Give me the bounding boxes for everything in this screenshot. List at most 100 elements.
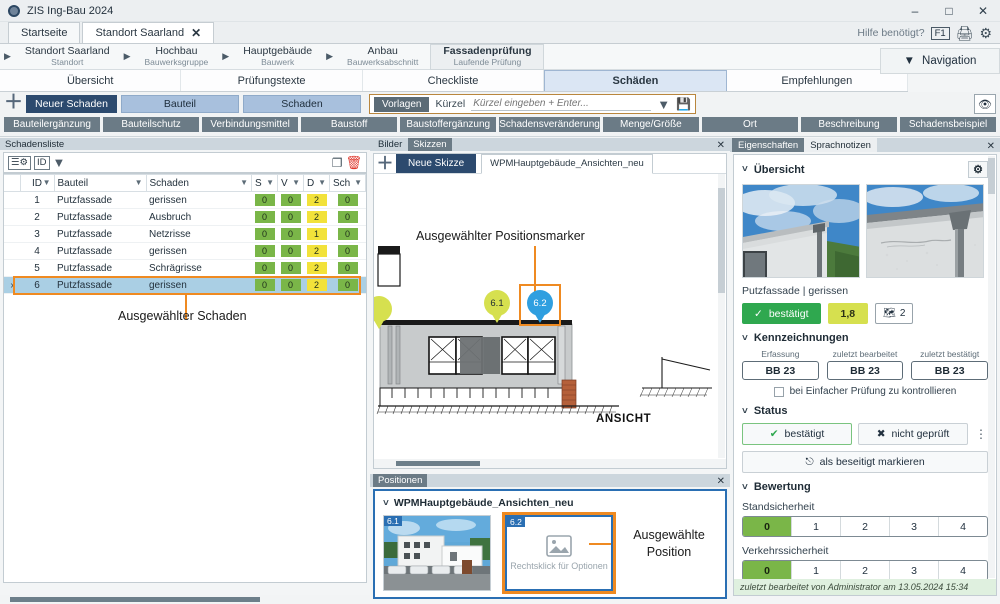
col-sch[interactable]: Sch ▼ <box>330 175 366 192</box>
col-schaden[interactable]: Schaden ▼ <box>146 175 252 192</box>
save-icon[interactable]: 💾 <box>676 97 691 111</box>
scale-option-1[interactable]: 1 <box>792 517 841 536</box>
breadcrumb-item-bauwerksgruppe[interactable]: Hochbau Bauwerksgruppe <box>133 44 221 70</box>
field-value[interactable]: BB 23 <box>742 361 819 380</box>
canvas-horizontal-scrollbar[interactable] <box>374 459 726 468</box>
close-icon[interactable]: ✕ <box>717 476 725 487</box>
add-icon[interactable]: ＋ <box>4 95 22 113</box>
field-value[interactable]: BB 23 <box>911 361 988 380</box>
table-row[interactable]: 3 Putzfassade Netzrisse 0 0 1 0 <box>4 226 366 243</box>
schaden-button[interactable]: Schaden <box>243 95 361 113</box>
scale-option-2[interactable]: 2 <box>841 517 890 536</box>
section-kennzeichnungen[interactable]: ˅ Kennzeichnungen <box>742 332 988 344</box>
mark-resolved-button[interactable]: ⎋ als beseitigt markieren <box>742 451 988 473</box>
col-id[interactable]: ID ▼ <box>20 175 54 192</box>
funnel-icon[interactable]: ▼ <box>43 178 51 187</box>
chip-menge-groesse[interactable]: Menge/Größe <box>603 117 699 132</box>
field-value[interactable]: BB 23 <box>827 361 904 380</box>
f1-key-icon[interactable]: F1 <box>931 27 950 40</box>
position-marker-6-1[interactable]: 6.1 <box>484 290 510 324</box>
status-confirmed-button[interactable]: ✔ bestätigt <box>742 423 852 445</box>
copy-icon[interactable]: ❐ <box>332 156 343 170</box>
breadcrumb-item-standort[interactable]: Standort Saarland Standort <box>13 44 122 70</box>
position-marker-partial[interactable] <box>374 296 392 330</box>
col-v[interactable]: V ▼ <box>278 175 304 192</box>
scale-option-0[interactable]: 0 <box>743 517 792 536</box>
col-d[interactable]: D ▼ <box>304 175 330 192</box>
position-thumbnail-6-1[interactable]: 6.1 <box>383 515 491 591</box>
checkbox[interactable] <box>774 387 784 397</box>
funnel-icon[interactable]: ▼ <box>657 97 670 112</box>
funnel-icon[interactable]: ▼ <box>53 155 66 170</box>
gear-icon[interactable]: ⚙ <box>979 25 992 42</box>
table-row-selected[interactable]: › 6 Putzfassade gerissen 0 0 2 0 <box>4 277 366 294</box>
tab-uebersicht[interactable]: Übersicht <box>0 70 181 91</box>
close-icon[interactable]: ✕ <box>717 140 725 151</box>
bauteil-button[interactable]: Bauteil <box>121 95 239 113</box>
chip-bauteilschutz[interactable]: Bauteilschutz <box>103 117 199 132</box>
funnel-icon[interactable]: ▼ <box>354 178 362 187</box>
gear-icon[interactable]: ⚙ <box>968 161 988 178</box>
properties-vertical-scrollbar[interactable] <box>988 156 995 578</box>
kebab-menu-icon[interactable]: ⋮ <box>974 423 988 445</box>
section-uebersicht[interactable]: ˅ Übersicht ⚙ <box>742 161 988 178</box>
positions-group-header[interactable]: ˅ WPMHauptgebäude_Ansichten_neu <box>383 497 717 509</box>
chevron-down-icon[interactable]: ˅ <box>742 164 748 175</box>
map-marker-badge[interactable]: 🗺 2 <box>875 303 913 324</box>
sketch-canvas[interactable]: Ausgewählter Positionsmarker 6.1 6.2 <box>374 174 726 468</box>
chip-baustoff[interactable]: Baustoff <box>301 117 397 132</box>
sketch-file-tab[interactable]: WPMHauptgebäude_Ansichten_neu <box>481 154 653 174</box>
scale-option-4[interactable]: 4 <box>939 561 987 580</box>
col-s[interactable]: S ▼ <box>252 175 278 192</box>
table-row[interactable]: 4 Putzfassade gerissen 0 0 2 0 <box>4 243 366 260</box>
chevron-down-icon[interactable]: ˅ <box>742 482 748 493</box>
funnel-icon[interactable]: ▼ <box>266 178 274 187</box>
position-marker-6-2-selected[interactable]: 6.2 <box>527 290 553 324</box>
tab-schaeden[interactable]: Schäden <box>544 70 726 91</box>
status-badge-confirmed[interactable]: ✓ bestätigt <box>742 303 821 324</box>
einfache-pruefung-checkbox-row[interactable]: bei Einfacher Prüfung zu kontrollieren <box>742 386 988 397</box>
chip-schadensveraenderung[interactable]: Schadensveränderung <box>499 117 600 132</box>
section-bewertung[interactable]: ˅ Bewertung <box>742 481 988 493</box>
scale-option-4[interactable]: 4 <box>939 517 987 536</box>
tab-skizzen[interactable]: Skizzen <box>408 138 451 151</box>
vorlagen-button[interactable]: Vorlagen <box>374 97 429 112</box>
funnel-icon[interactable]: ▼ <box>292 178 300 187</box>
chip-verbindungsmittel[interactable]: Verbindungsmittel <box>202 117 298 132</box>
table-row[interactable]: 5 Putzfassade Schrägrisse 0 0 2 0 <box>4 260 366 277</box>
new-damage-button[interactable]: Neuer Schaden <box>26 95 117 113</box>
funnel-icon[interactable]: ▼ <box>240 178 248 187</box>
add-icon[interactable]: ＋ <box>374 155 396 173</box>
table-row[interactable]: 2 Putzfassade Ausbruch 0 0 2 0 <box>4 209 366 226</box>
funnel-icon[interactable]: ▼ <box>318 178 326 187</box>
tab-positionen[interactable]: Positionen <box>373 474 427 487</box>
tab-checkliste[interactable]: Checkliste <box>363 70 544 91</box>
breadcrumb-item-bauwerksabschnitt[interactable]: Anbau Bauwerksabschnitt <box>335 44 430 70</box>
new-sketch-button[interactable]: Neue Skizze <box>396 154 476 173</box>
tab-eigenschaften[interactable]: Eigenschaften <box>732 138 804 152</box>
tab-pruefungstexte[interactable]: Prüfungstexte <box>181 70 362 91</box>
tab-standort-saarland[interactable]: Standort Saarland ✕ <box>82 22 214 43</box>
tab-startseite[interactable]: Startseite <box>8 22 80 43</box>
chip-baustoffergaenzung[interactable]: Baustoffergänzung <box>400 117 496 132</box>
close-window-button[interactable]: ✕ <box>966 0 1000 22</box>
kuerzel-input[interactable] <box>471 97 651 111</box>
tab-sprachnotizen[interactable]: Sprachnotizen <box>804 138 877 152</box>
minimize-button[interactable]: – <box>898 0 932 22</box>
breadcrumb-item-pruefung[interactable]: Fassadenprüfung Laufende Prüfung <box>430 44 544 70</box>
status-not-checked-button[interactable]: ✖ nicht geprüft <box>858 423 968 445</box>
scale-option-2[interactable]: 2 <box>841 561 890 580</box>
print-icon[interactable]: 🖨 <box>956 25 974 42</box>
scrollbar-thumb[interactable] <box>988 158 995 194</box>
scale-option-3[interactable]: 3 <box>890 561 939 580</box>
position-thumbnail-6-2-selected[interactable]: 6.2 Rechtsklick für Optionen <box>505 515 613 591</box>
col-bauteil[interactable]: Bauteil ▼ <box>54 175 146 192</box>
navigation-button[interactable]: ▼ Navigation <box>880 48 1000 74</box>
chevron-down-icon[interactable]: ˅ <box>742 406 748 417</box>
scrollbar-thumb[interactable] <box>396 461 480 466</box>
chip-ort[interactable]: Ort <box>702 117 798 132</box>
scale-option-3[interactable]: 3 <box>890 517 939 536</box>
chip-bauteilergaenzung[interactable]: Bauteilergänzung <box>4 117 100 132</box>
section-status[interactable]: ˅ Status <box>742 405 988 417</box>
chip-beschreibung[interactable]: Beschreibung <box>801 117 897 132</box>
